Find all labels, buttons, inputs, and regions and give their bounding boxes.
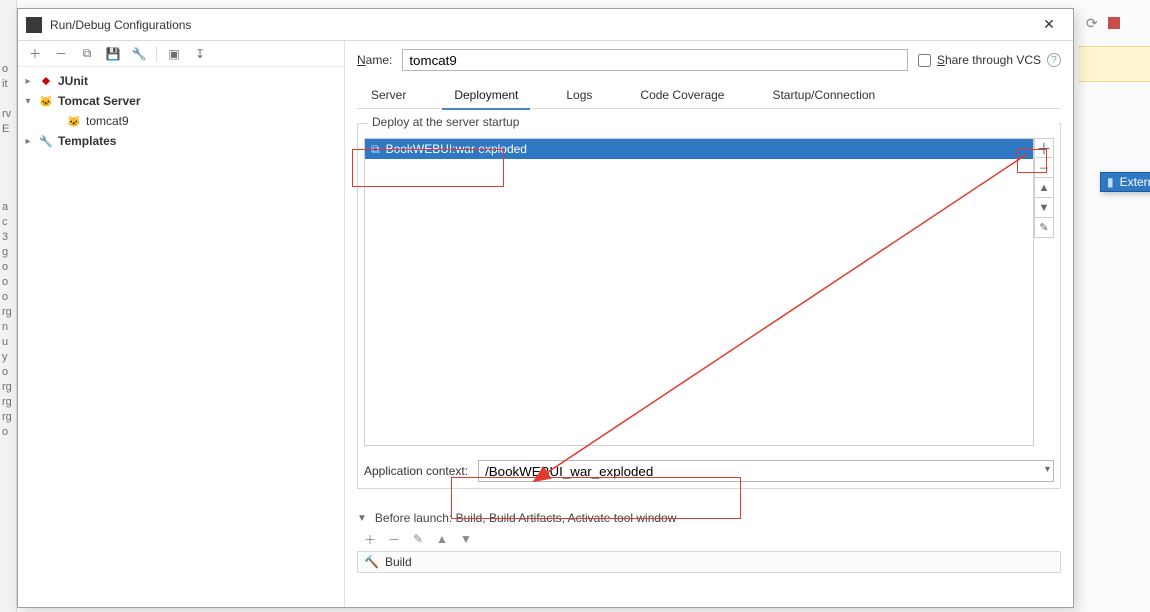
sort-button[interactable]: ↧	[189, 44, 211, 64]
chevron-down-icon: ▾	[1045, 464, 1050, 475]
name-label: Name:	[357, 53, 392, 67]
deploy-fieldset: Deploy at the server startup ⧉ BookWEBUI…	[357, 123, 1061, 489]
deploy-artifact-item[interactable]: ⧉ BookWEBUI:war exploded	[365, 139, 1033, 159]
tomcat-icon: 🐱	[38, 93, 54, 109]
external-source-popup[interactable]: ▮ External Source...	[1100, 172, 1150, 192]
chevron-right-icon: ▸	[22, 136, 34, 147]
config-tabs: Server Deployment Logs Code Coverage Sta…	[357, 81, 1061, 109]
app-context-label: Application context:	[364, 464, 468, 478]
deploy-list[interactable]: ⧉ BookWEBUI:war exploded	[364, 138, 1034, 446]
tab-server[interactable]: Server	[359, 81, 418, 109]
bl-edit-button[interactable]: ✎	[409, 531, 427, 547]
save-config-button[interactable]: 💾	[102, 44, 124, 64]
stop-icon	[1108, 17, 1120, 29]
tree-label: tomcat9	[86, 114, 129, 128]
chevron-down-icon: ▾	[22, 96, 34, 107]
bl-down-button[interactable]: ▼	[457, 531, 475, 547]
tree-tomcat9[interactable]: 🐱 tomcat9	[18, 111, 344, 131]
sidebar-toolbar: ＋ － ⧉ 💾 🔧 ▣ ↧	[18, 41, 344, 67]
tab-logs[interactable]: Logs	[554, 81, 604, 109]
sync-icon: ⟳	[1086, 15, 1098, 32]
chevron-right-icon: ▸	[22, 76, 34, 87]
deploy-add-button[interactable]: ＋	[1034, 138, 1054, 158]
ide-left-gutter: oit rvE ac3gooo rgnuyorgrgrgo	[0, 0, 17, 612]
app-icon	[26, 17, 42, 33]
bl-up-button[interactable]: ▲	[433, 531, 451, 547]
name-row: Name: Share through VCS ?	[357, 49, 1061, 71]
deploy-edit-button[interactable]: ✎	[1034, 218, 1054, 238]
copy-config-button[interactable]: ⧉	[76, 44, 98, 64]
deploy-legend: Deploy at the server startup	[368, 115, 1058, 129]
dialog-titlebar: Run/Debug Configurations ✕	[18, 9, 1073, 41]
config-sidebar: ＋ － ⧉ 💾 🔧 ▣ ↧ ▸ ⬥ JUnit ▾	[18, 41, 345, 607]
hammer-icon: 🔨	[364, 555, 379, 569]
deploy-move-up-button[interactable]: ▲	[1034, 178, 1054, 198]
share-vcs-checkbox[interactable]: Share through VCS ?	[918, 53, 1061, 67]
ide-right-gutter: ⟳	[1076, 8, 1150, 38]
ide-highlight-block	[1078, 46, 1150, 82]
folder-button[interactable]: ▣	[163, 44, 185, 64]
app-context-row: Application context: ▾	[364, 460, 1054, 482]
config-tree: ▸ ⬥ JUnit ▾ 🐱 Tomcat Server 🐱 tomcat9	[18, 67, 344, 607]
config-form: Name: Share through VCS ? Server Deploym…	[345, 41, 1073, 607]
tab-code-coverage[interactable]: Code Coverage	[628, 81, 736, 109]
app-context-input[interactable]	[478, 460, 1054, 482]
tab-deployment[interactable]: Deployment	[442, 81, 530, 109]
build-label: Build	[385, 555, 412, 569]
bl-add-button[interactable]: ＋	[361, 531, 379, 547]
tree-label: JUnit	[58, 74, 88, 88]
module-icon: ▮	[1107, 175, 1114, 189]
deploy-item-label: BookWEBUI:war exploded	[386, 142, 527, 156]
bl-remove-button[interactable]: －	[385, 531, 403, 547]
disclosure-icon: ▼	[357, 513, 367, 524]
deploy-side-toolbar: ＋ － ▲ ▼ ✎	[1034, 138, 1054, 446]
tree-label: Templates	[58, 134, 116, 148]
before-launch-toolbar: ＋ － ✎ ▲ ▼	[361, 531, 1061, 547]
dialog-title: Run/Debug Configurations	[50, 18, 1033, 32]
app-context-combo[interactable]: ▾	[478, 460, 1054, 482]
artifact-icon: ⧉	[371, 142, 380, 157]
toolbar-separator	[156, 46, 157, 62]
add-config-button[interactable]: ＋	[24, 44, 46, 64]
share-checkbox-input[interactable]	[918, 54, 931, 67]
close-button[interactable]: ✕	[1033, 9, 1065, 41]
tomcat-icon: 🐱	[66, 113, 82, 129]
before-launch-header[interactable]: ▼ Before launch: Build, Build Artifacts,…	[357, 511, 1061, 525]
deploy-remove-button[interactable]: －	[1034, 158, 1054, 178]
tree-tomcat-server[interactable]: ▾ 🐱 Tomcat Server	[18, 91, 344, 111]
junit-icon: ⬥	[38, 73, 54, 89]
edit-config-button[interactable]: 🔧	[128, 44, 150, 64]
deploy-move-down-button[interactable]: ▼	[1034, 198, 1054, 218]
before-launch-build-row[interactable]: 🔨 Build	[357, 551, 1061, 573]
popup-label: External Source...	[1120, 175, 1150, 189]
tree-templates[interactable]: ▸ 🔧 Templates	[18, 131, 344, 151]
run-debug-dialog: Run/Debug Configurations ✕ ＋ － ⧉ 💾 🔧 ▣ ↧	[17, 8, 1074, 608]
wrench-icon: 🔧	[38, 133, 54, 149]
tab-startup-connection[interactable]: Startup/Connection	[760, 81, 887, 109]
help-icon[interactable]: ?	[1047, 53, 1061, 67]
tree-junit[interactable]: ▸ ⬥ JUnit	[18, 71, 344, 91]
remove-config-button[interactable]: －	[50, 44, 72, 64]
name-input[interactable]	[402, 49, 908, 71]
before-launch-label: Before launch: Build, Build Artifacts, A…	[375, 511, 677, 525]
tree-label: Tomcat Server	[58, 94, 140, 108]
